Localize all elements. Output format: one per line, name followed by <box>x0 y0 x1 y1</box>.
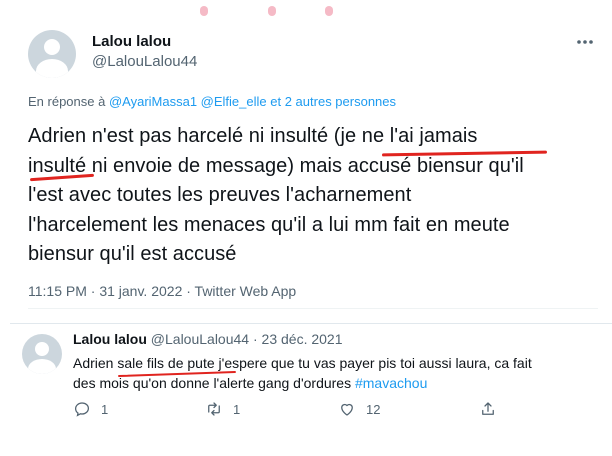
reply-prefix: En réponse à <box>28 94 106 109</box>
tweet-text-line: Adrien n'est pas harcelé ni insulté (je … <box>28 125 478 147</box>
tweet-text-line: insulté ni envoie de message) mais accus… <box>28 154 524 177</box>
like-action[interactable]: 12 <box>338 400 380 418</box>
author-name[interactable]: Lalou lalou <box>92 33 171 50</box>
heart-icon <box>341 403 353 416</box>
avatar-head <box>35 342 49 356</box>
retweet-action[interactable]: 1 <box>205 400 240 418</box>
reply-context: En réponse à @AyariMassa1 @Elfie_elle et… <box>28 94 396 109</box>
reply-count: 1 <box>101 401 109 417</box>
tweet-text: Adrien n'est pas harcelé ni insulté (je … <box>28 122 598 270</box>
cropped-emoji <box>325 6 333 16</box>
cropped-emoji <box>200 6 208 16</box>
retweet-icon <box>208 402 220 416</box>
quoted-text-line: Adrien sale fils de pute j'espere que tu… <box>73 355 532 371</box>
avatar-body <box>36 59 68 78</box>
separator-dot: · <box>252 331 258 347</box>
divider <box>28 308 598 309</box>
reply-action[interactable]: 1 <box>73 400 108 418</box>
reply-icon <box>74 402 90 417</box>
tweet-text-line: biensur qu'il est accusé <box>28 243 237 265</box>
avatar-body <box>28 359 56 374</box>
more-icon[interactable] <box>576 32 594 49</box>
reply-mentions[interactable]: @AyariMassa1 @Elfie_elle <box>109 94 267 109</box>
share-icon <box>482 402 494 415</box>
quoted-header: Lalou lalou @LalouLalou44 · 23 déc. 2021 <box>73 331 343 347</box>
tweet-text-line: l'harcelement les menaces qu'il a lui mm… <box>28 213 510 236</box>
avatar-head <box>44 39 60 55</box>
retweet-count: 1 <box>233 401 241 417</box>
quoted-avatar[interactable] <box>22 334 62 374</box>
quoted-author-name[interactable]: Lalou lalou <box>73 331 147 347</box>
cropped-emoji <box>268 6 276 16</box>
quoted-actions: 1 1 12 <box>73 400 593 424</box>
like-count: 12 <box>366 401 381 417</box>
tweet-text-line: l'est avec toutes les preuves l'acharnem… <box>28 184 412 206</box>
quoted-text-line: des mois qu'on donne l'alerte gang d'ord… <box>73 373 593 393</box>
quoted-text-line2: des mois qu'on donne l'alerte gang d'ord… <box>73 375 352 391</box>
avatar[interactable] <box>28 30 76 78</box>
top-strip <box>0 0 612 22</box>
quoted-date[interactable]: 23 déc. 2021 <box>262 331 343 347</box>
quoted-handle[interactable]: @LalouLalou44 <box>151 331 249 347</box>
share-action[interactable] <box>479 400 497 418</box>
more-dots-icon <box>577 40 593 44</box>
tweet-timestamp[interactable]: 11:15 PM · 31 janv. 2022 · Twitter Web A… <box>28 283 296 299</box>
hashtag-link[interactable]: #mavachou <box>355 375 427 391</box>
reply-others-link[interactable]: et 2 autres personnes <box>270 94 396 109</box>
author-handle[interactable]: @LalouLalou44 <box>92 53 197 70</box>
